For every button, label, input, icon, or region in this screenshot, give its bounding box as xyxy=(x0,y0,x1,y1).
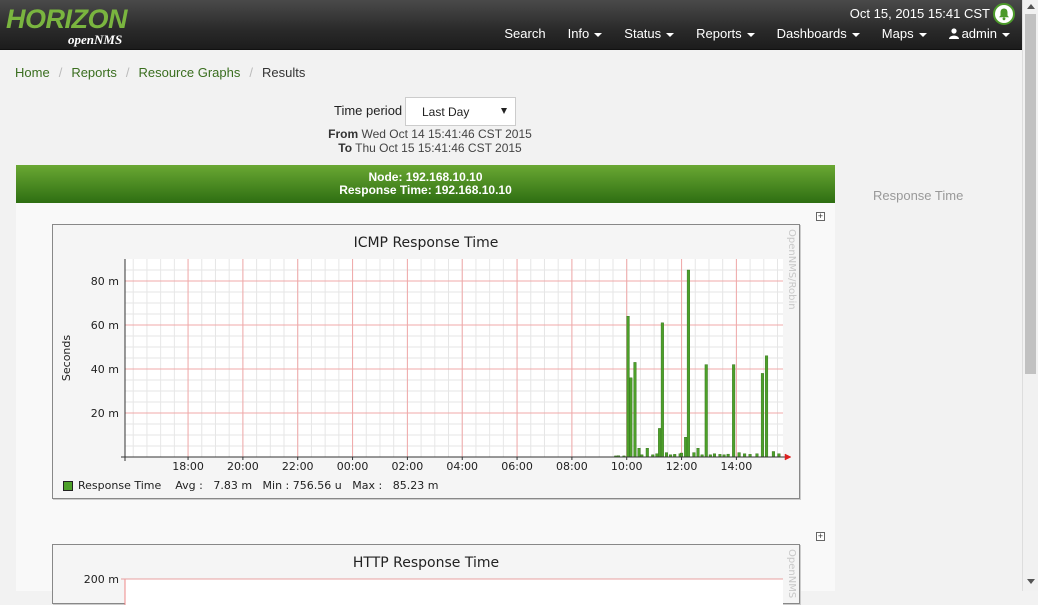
legend-min-label: Min : xyxy=(262,479,290,492)
logo-horizon-text: HORIZON xyxy=(6,4,128,34)
legend-min-value: 756.56 u xyxy=(292,479,342,492)
y-tick-label: 60 m xyxy=(91,319,119,332)
legend-max-value: 85.23 m xyxy=(392,479,439,492)
resource-panel-header: Node: 192.168.10.10 Response Time: 192.1… xyxy=(16,165,835,203)
chevron-down-icon xyxy=(666,32,675,37)
graph-title: HTTP Response Time xyxy=(352,555,500,571)
graph-watermark: OpenNMS/Robin xyxy=(786,229,797,310)
nav-dashboards[interactable]: Dashboards xyxy=(777,26,860,41)
server-datetime: Oct 15, 2015 15:41 CST xyxy=(849,6,990,21)
data-bar xyxy=(629,377,633,458)
y-axis-label: Seconds xyxy=(60,335,73,381)
y-tick-label: 80 m xyxy=(91,275,119,288)
data-bar xyxy=(645,447,649,458)
data-bar xyxy=(684,436,688,458)
x-tick-label: 08:00 xyxy=(556,460,588,473)
notification-bell-icon[interactable] xyxy=(993,3,1015,25)
nav-user-menu[interactable]: admin xyxy=(948,26,1010,41)
breadcrumb: Home / Reports / Resource Graphs / Results xyxy=(15,65,306,80)
time-period-label: Time period xyxy=(334,103,403,118)
data-bar xyxy=(704,364,708,458)
data-bar xyxy=(692,452,696,458)
x-tick-label: 00:00 xyxy=(337,460,369,473)
legend-avg-label: Avg : xyxy=(175,479,203,492)
data-bar xyxy=(660,322,664,458)
http-chart-canvas: 200 m xyxy=(84,573,783,605)
data-bar xyxy=(626,315,630,458)
http-response-time-graph[interactable]: 200 m HTTP Response Time OpenNMS xyxy=(52,544,800,605)
x-axis-arrow xyxy=(784,453,792,461)
legend-swatch xyxy=(63,480,73,491)
side-nav-response-time[interactable]: Response Time xyxy=(873,188,963,203)
time-period-select[interactable]: Last Day xyxy=(405,97,516,126)
x-tick-label: 02:00 xyxy=(392,460,424,473)
graph-legend: Response Time Avg : 7.83 m Min : 756.56 … xyxy=(63,479,438,492)
icmp-chart-canvas: 18:00 20:00 22:00 00:00 02:00 04:00 06:00 08:00… xyxy=(60,259,792,473)
breadcrumb-home[interactable]: Home xyxy=(15,65,50,80)
x-tick-label: 22:00 xyxy=(282,460,314,473)
icmp-response-time-graph[interactable]: 18:00 20:00 22:00 00:00 02:00 04:00 06:00 08:00… xyxy=(52,224,800,499)
breadcrumb-reports[interactable]: Reports xyxy=(71,65,117,80)
data-bar xyxy=(686,269,690,458)
chevron-down-icon xyxy=(851,32,860,37)
x-tick-label: 04:00 xyxy=(446,460,478,473)
chevron-down-icon xyxy=(1002,32,1010,37)
x-tick-label: 12:00 xyxy=(666,460,698,473)
top-navbar: HORIZON openNMS Oct 15, 2015 15:41 CST S… xyxy=(0,0,1022,50)
x-tick-label: 10:00 xyxy=(611,460,643,473)
x-tick-label: 06:00 xyxy=(501,460,533,473)
graph-title: ICMP Response Time xyxy=(353,235,499,251)
data-bar xyxy=(696,447,700,458)
breadcrumb-resource-graphs[interactable]: Resource Graphs xyxy=(138,65,240,80)
y-tick-label: 200 m xyxy=(84,573,119,586)
logo-opennms-text: openNMS xyxy=(68,32,123,47)
user-icon xyxy=(948,28,959,39)
legend-avg-value: 7.83 m xyxy=(213,479,253,492)
x-tick-label: 18:00 xyxy=(172,460,204,473)
chevron-down-icon xyxy=(594,32,603,37)
chevron-down-icon xyxy=(918,32,927,37)
time-period-selected-value: Last Day xyxy=(422,105,470,119)
scroll-thumb[interactable] xyxy=(1025,14,1036,374)
x-tick-label: 20:00 xyxy=(227,460,259,473)
resource-title: Response Time: 192.168.10.10 xyxy=(339,183,512,197)
nav-search[interactable]: Search xyxy=(504,26,545,41)
data-bar xyxy=(765,355,769,458)
time-range-from: From Wed Oct 14 15:41:46 CST 2015 xyxy=(328,127,532,141)
data-bar xyxy=(760,373,764,458)
scroll-down-arrow-icon[interactable] xyxy=(1027,579,1035,584)
legend-max-label: Max : xyxy=(352,479,383,492)
nav-info[interactable]: Info xyxy=(568,26,603,41)
nav-reports[interactable]: Reports xyxy=(696,26,755,41)
opennms-horizon-logo[interactable]: HORIZON openNMS xyxy=(4,4,136,48)
main-menu: Search Info Status Reports Dashboards Maps adm… xyxy=(482,26,1010,41)
data-bar xyxy=(664,452,668,458)
x-tick-label: 14:00 xyxy=(721,460,753,473)
dropdown-arrow-icon xyxy=(501,108,507,114)
breadcrumb-current: Results xyxy=(261,65,306,80)
expand-graph-2-icon[interactable]: + xyxy=(816,532,825,541)
y-tick-label: 40 m xyxy=(91,363,119,376)
expand-graph-1-icon[interactable]: + xyxy=(816,212,825,221)
data-bar xyxy=(771,451,775,458)
data-bar xyxy=(633,362,637,458)
data-bar xyxy=(637,447,641,458)
data-bar xyxy=(732,364,736,458)
legend-series-name: Response Time xyxy=(78,479,162,492)
page-scrollbar[interactable] xyxy=(1022,0,1038,591)
chevron-down-icon xyxy=(746,32,755,37)
nav-maps[interactable]: Maps xyxy=(882,26,927,41)
nav-status[interactable]: Status xyxy=(624,26,675,41)
scroll-up-arrow-icon[interactable] xyxy=(1027,4,1035,9)
time-range-to: To Thu Oct 15 15:41:46 CST 2015 xyxy=(338,141,522,155)
data-bar xyxy=(658,428,662,458)
y-tick-label: 20 m xyxy=(91,407,119,420)
data-bar xyxy=(680,452,684,458)
data-bar xyxy=(737,452,741,458)
